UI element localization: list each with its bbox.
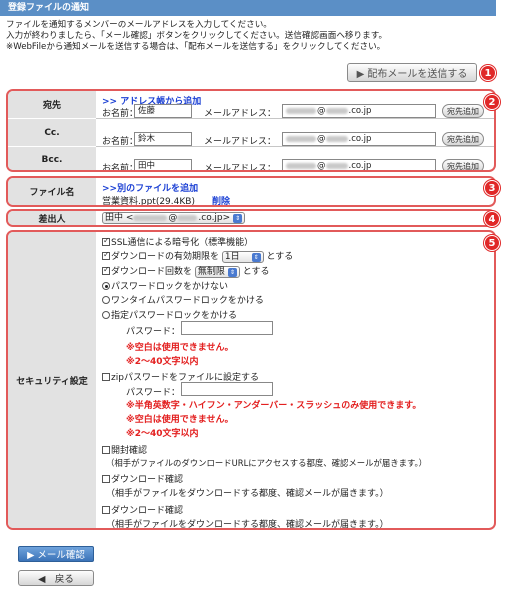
download-confirm-checkbox-2[interactable]: ダウンロード確認 bbox=[102, 503, 183, 516]
mail-label: メールアドレス： bbox=[204, 109, 277, 119]
open-confirm-checkbox[interactable]: 開封確認 bbox=[102, 443, 147, 456]
open-confirm-description: （相手がファイルのダウンロードURLにアクセスする都度、確認メールが届きます。） bbox=[106, 458, 428, 468]
name-label: お名前： bbox=[102, 109, 139, 119]
checkbox-icon bbox=[102, 506, 110, 514]
badge-5: 5 bbox=[484, 235, 500, 251]
intro-line-3: ※WebFileから通知メールを送信する場合は、「配布メールを送信する」をクリッ… bbox=[6, 42, 386, 52]
page-title: 登録ファイルの通知 bbox=[8, 3, 90, 13]
expiry-checkbox[interactable]: ダウンロードの有効期限を 1日 ⇕ とする bbox=[102, 249, 293, 263]
sender-select[interactable]: 田中 < @ .co.jp> ⇕ bbox=[102, 212, 246, 224]
mail-label: メールアドレス： bbox=[204, 164, 277, 172]
radio-icon bbox=[102, 311, 110, 319]
password-note-blank: ※空白は使用できません。 bbox=[126, 343, 234, 353]
cc-email-input[interactable]: @ .co.jp bbox=[282, 132, 436, 146]
checkbox-icon bbox=[102, 373, 110, 381]
checkbox-checked-icon bbox=[102, 236, 110, 246]
bcc-email-input[interactable]: @ .co.jp bbox=[282, 159, 436, 170]
password-label: パスワード： bbox=[126, 327, 181, 337]
back-button[interactable]: ◀ 戻る bbox=[18, 570, 94, 586]
cc-label: Cc. bbox=[8, 119, 96, 146]
name-label: お名前： bbox=[102, 164, 139, 172]
checkbox-checked-icon bbox=[102, 250, 110, 260]
bcc-name-input[interactable]: 田中 bbox=[134, 159, 192, 170]
cc-name-input[interactable]: 鈴木 bbox=[134, 132, 192, 146]
name-label: お名前： bbox=[102, 137, 139, 147]
delete-file-link[interactable]: 削除 bbox=[212, 194, 230, 205]
select-arrow-icon: ⇕ bbox=[233, 214, 243, 223]
badge-3: 3 bbox=[484, 180, 500, 196]
badge-1: 1 bbox=[480, 65, 496, 81]
zip-note-blank: ※空白は使用できません。 bbox=[126, 415, 234, 425]
radio-no-password[interactable]: パスワードロックをかけない bbox=[102, 279, 228, 292]
to-label: 宛先 bbox=[8, 91, 96, 118]
expiry-select[interactable]: 1日 ⇕ bbox=[221, 250, 264, 263]
bcc-add-button[interactable]: 宛先追加 bbox=[442, 159, 484, 170]
row-divider bbox=[96, 146, 494, 147]
security-section: セキュリティ設定 SSL通信による暗号化（標準機能） ダウンロードの有効期限を … bbox=[6, 230, 496, 530]
download-confirm-description-1: （相手がファイルをダウンロードする都度、確認メールが届きます。） bbox=[106, 489, 389, 499]
send-distribution-mail-button[interactable]: ▶ 配布メールを送信する bbox=[347, 63, 477, 82]
radio-selected-icon bbox=[102, 282, 110, 290]
intro-line-2: 入力が終わりましたら、「メール確認」ボタンをクリックしてください。送信確認画面へ… bbox=[6, 31, 388, 41]
bcc-label: Bcc. bbox=[8, 147, 96, 170]
to-email-input[interactable]: @ .co.jp bbox=[282, 104, 436, 118]
mail-confirm-button[interactable]: ▶ メール確認 bbox=[18, 546, 94, 562]
download-confirm-description-2: （相手がファイルをダウンロードする都度、確認メールが届きます。） bbox=[106, 520, 389, 530]
file-name: 営業資料.ppt(29.4KB) bbox=[102, 197, 195, 207]
zip-note-length: ※2～40文字以内 bbox=[126, 429, 199, 439]
password-note-length: ※2～40文字以内 bbox=[126, 357, 199, 367]
file-section: ファイル名 >>別のファイルを追加 営業資料.ppt(29.4KB) 削除 bbox=[6, 176, 496, 207]
cc-add-button[interactable]: 宛先追加 bbox=[442, 132, 484, 146]
to-add-button[interactable]: 宛先追加 bbox=[442, 104, 484, 118]
password-input[interactable] bbox=[181, 321, 273, 335]
download-count-select[interactable]: 無制限 ⇕ bbox=[194, 265, 240, 278]
sender-label: 差出人 bbox=[8, 211, 96, 225]
add-another-file-link[interactable]: >>別のファイルを追加 bbox=[102, 181, 198, 194]
select-arrow-icon: ⇕ bbox=[227, 267, 237, 277]
radio-icon bbox=[102, 296, 110, 304]
checkbox-icon bbox=[102, 446, 110, 454]
download-confirm-checkbox-1[interactable]: ダウンロード確認 bbox=[102, 472, 183, 485]
mail-label: メールアドレス： bbox=[204, 137, 277, 147]
page-header: 登録ファイルの通知 bbox=[0, 0, 496, 16]
checkbox-checked-icon bbox=[102, 265, 110, 275]
security-label: セキュリティ設定 bbox=[8, 232, 96, 528]
zip-note-chars: ※半角英数字・ハイフン・アンダーバー・スラッシュのみ使用できます。 bbox=[126, 401, 422, 411]
intro-text: ファイルを通知するメンバーのメールアドレスを入力してください。 入力が終わりまし… bbox=[6, 20, 496, 53]
zip-password-input[interactable] bbox=[181, 382, 273, 396]
ssl-checkbox[interactable]: SSL通信による暗号化（標準機能） bbox=[102, 235, 253, 248]
radio-onetime-password[interactable]: ワンタイムパスワードロックをかける bbox=[102, 293, 264, 306]
download-count-checkbox[interactable]: ダウンロード回数を 無制限⇕ とする bbox=[102, 264, 270, 278]
badge-4: 4 bbox=[484, 211, 500, 227]
recipients-section: 宛先 Cc. Bcc. >> アドレス帳から追加 お名前： 佐藤 メールアドレス… bbox=[6, 89, 496, 172]
sender-section: 差出人 田中 < @ .co.jp> ⇕ bbox=[6, 209, 496, 227]
row-divider bbox=[96, 118, 494, 119]
checkbox-icon bbox=[102, 475, 110, 483]
intro-line-1: ファイルを通知するメンバーのメールアドレスを入力してください。 bbox=[6, 20, 272, 30]
file-label: ファイル名 bbox=[8, 178, 96, 205]
radio-fixed-password[interactable]: 指定パスワードロックをかける bbox=[102, 308, 237, 321]
to-name-input[interactable]: 佐藤 bbox=[134, 104, 192, 118]
zip-password-label: パスワード： bbox=[126, 388, 181, 398]
select-arrow-icon: ⇕ bbox=[251, 252, 261, 262]
badge-2: 2 bbox=[484, 94, 500, 110]
